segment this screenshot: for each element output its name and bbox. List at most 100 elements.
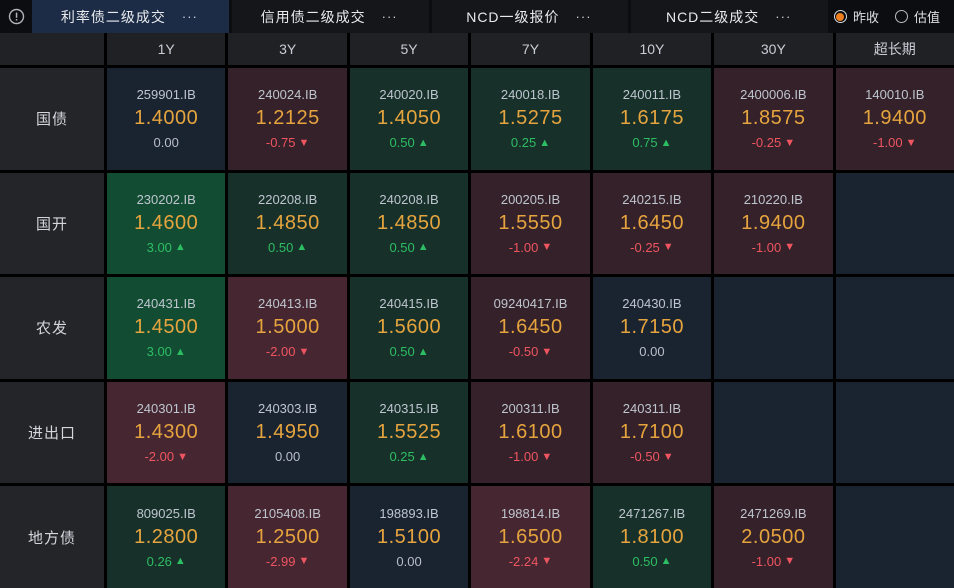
down-arrow-icon: ▼: [906, 137, 917, 149]
quote-cell[interactable]: 2471269.IB2.0500-1.00▼: [714, 486, 832, 588]
bond-rate: 2.0500: [741, 526, 805, 549]
quote-cell[interactable]: 240315.IB1.55250.25▲: [350, 382, 468, 484]
quote-cell[interactable]: 240020.IB1.40500.50▲: [350, 68, 468, 170]
row-label: 地方债: [0, 486, 104, 588]
tab-more-icon[interactable]: ···: [180, 9, 200, 24]
change-value: -1.00: [509, 240, 539, 255]
bond-change: 0.25▲: [389, 449, 428, 464]
quote-cell[interactable]: 240431.IB1.45003.00▲: [107, 277, 225, 379]
quote-cell[interactable]: 09240417.IB1.6450-0.50▼: [471, 277, 589, 379]
down-arrow-icon: ▼: [784, 241, 795, 253]
row-label: 国开: [0, 173, 104, 275]
bond-code: 240315.IB: [379, 401, 438, 416]
change-value: -0.75: [266, 135, 296, 150]
tab-more-icon[interactable]: ···: [574, 9, 594, 24]
change-value: -2.24: [509, 554, 539, 569]
change-value: 0.25: [389, 449, 414, 464]
tab-3[interactable]: NCD一级报价···: [432, 0, 629, 33]
tab-1[interactable]: 利率债二级成交 ···: [32, 0, 229, 33]
bond-code: 240011.IB: [623, 87, 681, 102]
change-value: -0.50: [509, 344, 539, 359]
quote-cell[interactable]: 240413.IB1.5000-2.00▼: [228, 277, 346, 379]
change-value: 0.00: [154, 135, 179, 150]
bond-change: 0.50▲: [632, 554, 671, 569]
quote-cell[interactable]: 240311.IB1.7100-0.50▼: [593, 382, 711, 484]
down-arrow-icon: ▼: [541, 555, 552, 567]
column-header-10Y: 10Y: [593, 33, 711, 65]
quote-cell[interactable]: 2105408.IB1.2500-2.99▼: [228, 486, 346, 588]
quote-cell[interactable]: 140010.IB1.9400-1.00▼: [836, 68, 954, 170]
bond-code: 230202.IB: [137, 192, 196, 207]
bond-code: 220208.IB: [258, 192, 317, 207]
quote-cell[interactable]: 200311.IB1.6100-1.00▼: [471, 382, 589, 484]
tab-2[interactable]: 信用债二级成交 ···: [232, 0, 429, 33]
change-value: 0.75: [632, 135, 657, 150]
bond-change: 0.50▲: [268, 240, 307, 255]
quote-cell[interactable]: 198814.IB1.6500-2.24▼: [471, 486, 589, 588]
bond-rate: 1.9400: [741, 212, 805, 235]
change-value: -1.00: [509, 449, 539, 464]
bond-rate: 1.6100: [498, 421, 562, 444]
tab-label: 信用债二级成交: [261, 7, 366, 27]
row-label: 农发: [0, 277, 104, 379]
up-arrow-icon: ▲: [175, 555, 186, 567]
down-arrow-icon: ▼: [299, 137, 310, 149]
change-value: -2.00: [266, 344, 296, 359]
bond-rate: 1.5550: [498, 212, 562, 235]
radio-last-close[interactable]: 昨收: [834, 7, 879, 26]
bond-change: -0.25▼: [752, 135, 796, 150]
corner-cell: [0, 33, 104, 65]
quote-cell[interactable]: 210220.IB1.9400-1.00▼: [714, 173, 832, 275]
change-value: -0.50: [630, 449, 660, 464]
bond-change: -1.00▼: [752, 554, 796, 569]
bond-code: 2105408.IB: [254, 506, 321, 521]
quote-cell[interactable]: 240215.IB1.6450-0.25▼: [593, 173, 711, 275]
up-arrow-icon: ▲: [661, 137, 672, 149]
quote-cell[interactable]: 240208.IB1.48500.50▲: [350, 173, 468, 275]
bond-code: 259901.IB: [137, 87, 196, 102]
up-arrow-icon: ▲: [418, 346, 429, 358]
quote-cell[interactable]: 198893.IB1.51000.00: [350, 486, 468, 588]
quote-cell[interactable]: 240011.IB1.61750.75▲: [593, 68, 711, 170]
radio-valuation[interactable]: 估值: [895, 7, 940, 26]
change-value: 0.00: [275, 449, 300, 464]
quote-cell[interactable]: 230202.IB1.46003.00▲: [107, 173, 225, 275]
change-value: -1.00: [752, 240, 782, 255]
bond-code: 809025.IB: [137, 506, 196, 521]
quote-cell[interactable]: 220208.IB1.48500.50▲: [228, 173, 346, 275]
tab-more-icon[interactable]: ···: [773, 9, 793, 24]
bond-change: -1.00▼: [873, 135, 917, 150]
bond-code: 240430.IB: [622, 296, 681, 311]
quote-cell[interactable]: 240018.IB1.52750.25▲: [471, 68, 589, 170]
bond-change: -2.24▼: [509, 554, 553, 569]
quote-cell[interactable]: 2400006.IB1.8575-0.25▼: [714, 68, 832, 170]
quote-cell[interactable]: 240303.IB1.49500.00: [228, 382, 346, 484]
quote-cell[interactable]: 200205.IB1.5550-1.00▼: [471, 173, 589, 275]
bond-change: -0.50▼: [509, 344, 553, 359]
bond-change: 0.50▲: [389, 135, 428, 150]
tab-more-icon[interactable]: ···: [380, 9, 400, 24]
bond-change: 0.50▲: [389, 240, 428, 255]
quote-cell[interactable]: 240430.IB1.71500.00: [593, 277, 711, 379]
bond-rate: 1.2800: [134, 526, 198, 549]
quote-cell[interactable]: 259901.IB1.40000.00: [107, 68, 225, 170]
tab-4[interactable]: NCD二级成交···: [631, 0, 828, 33]
row-label: 国债: [0, 68, 104, 170]
bond-code: 140010.IB: [865, 87, 924, 102]
quote-cell[interactable]: 2471267.IB1.81000.50▲: [593, 486, 711, 588]
change-value: -2.99: [266, 554, 296, 569]
quote-cell-empty: [836, 277, 954, 379]
quote-cell[interactable]: 809025.IB 1.2800 0.26▲: [107, 486, 225, 588]
bond-rate: 1.5100: [377, 526, 441, 549]
bond-change: -1.00▼: [752, 240, 796, 255]
bond-code: 240020.IB: [379, 87, 438, 102]
change-value: 0.00: [639, 344, 664, 359]
quote-cell[interactable]: 240024.IB1.2125-0.75▼: [228, 68, 346, 170]
change-value: 0.50: [389, 240, 414, 255]
bond-change: -1.00▼: [509, 240, 553, 255]
bond-change: 0.26▲: [147, 554, 186, 569]
info-icon[interactable]: [0, 0, 32, 33]
tab-label: 利率债二级成交: [61, 7, 166, 27]
quote-cell[interactable]: 240415.IB1.56000.50▲: [350, 277, 468, 379]
quote-cell[interactable]: 240301.IB1.4300-2.00▼: [107, 382, 225, 484]
